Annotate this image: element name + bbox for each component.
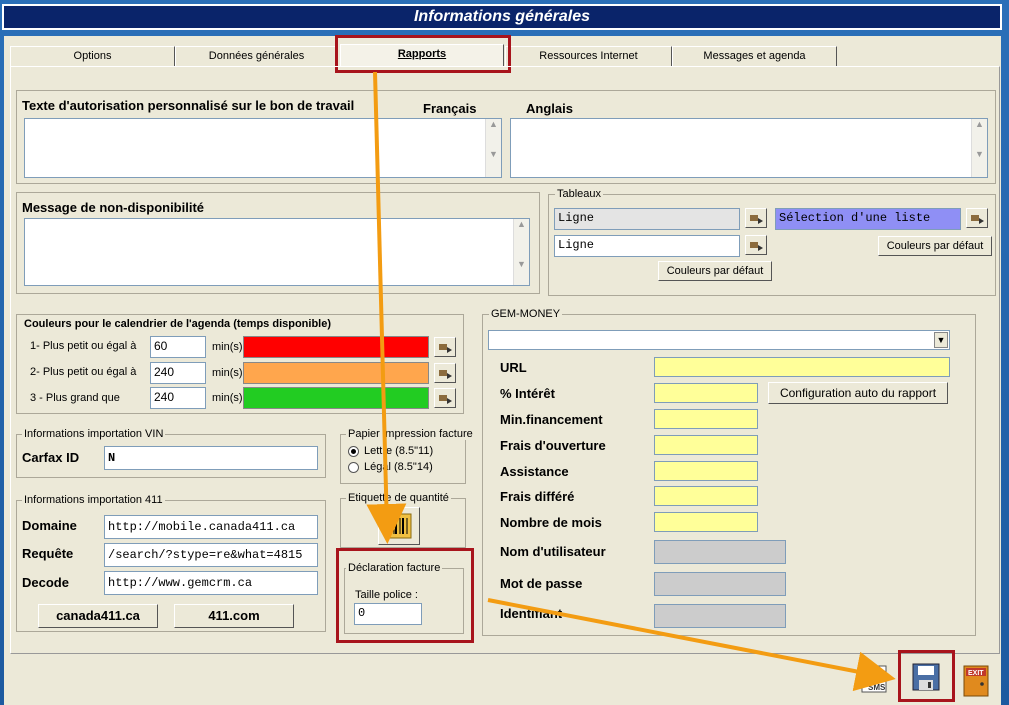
annotation-arrows	[366, 71, 896, 692]
arrow-to-declaration	[366, 71, 407, 544]
arrow-to-save	[487, 598, 896, 692]
